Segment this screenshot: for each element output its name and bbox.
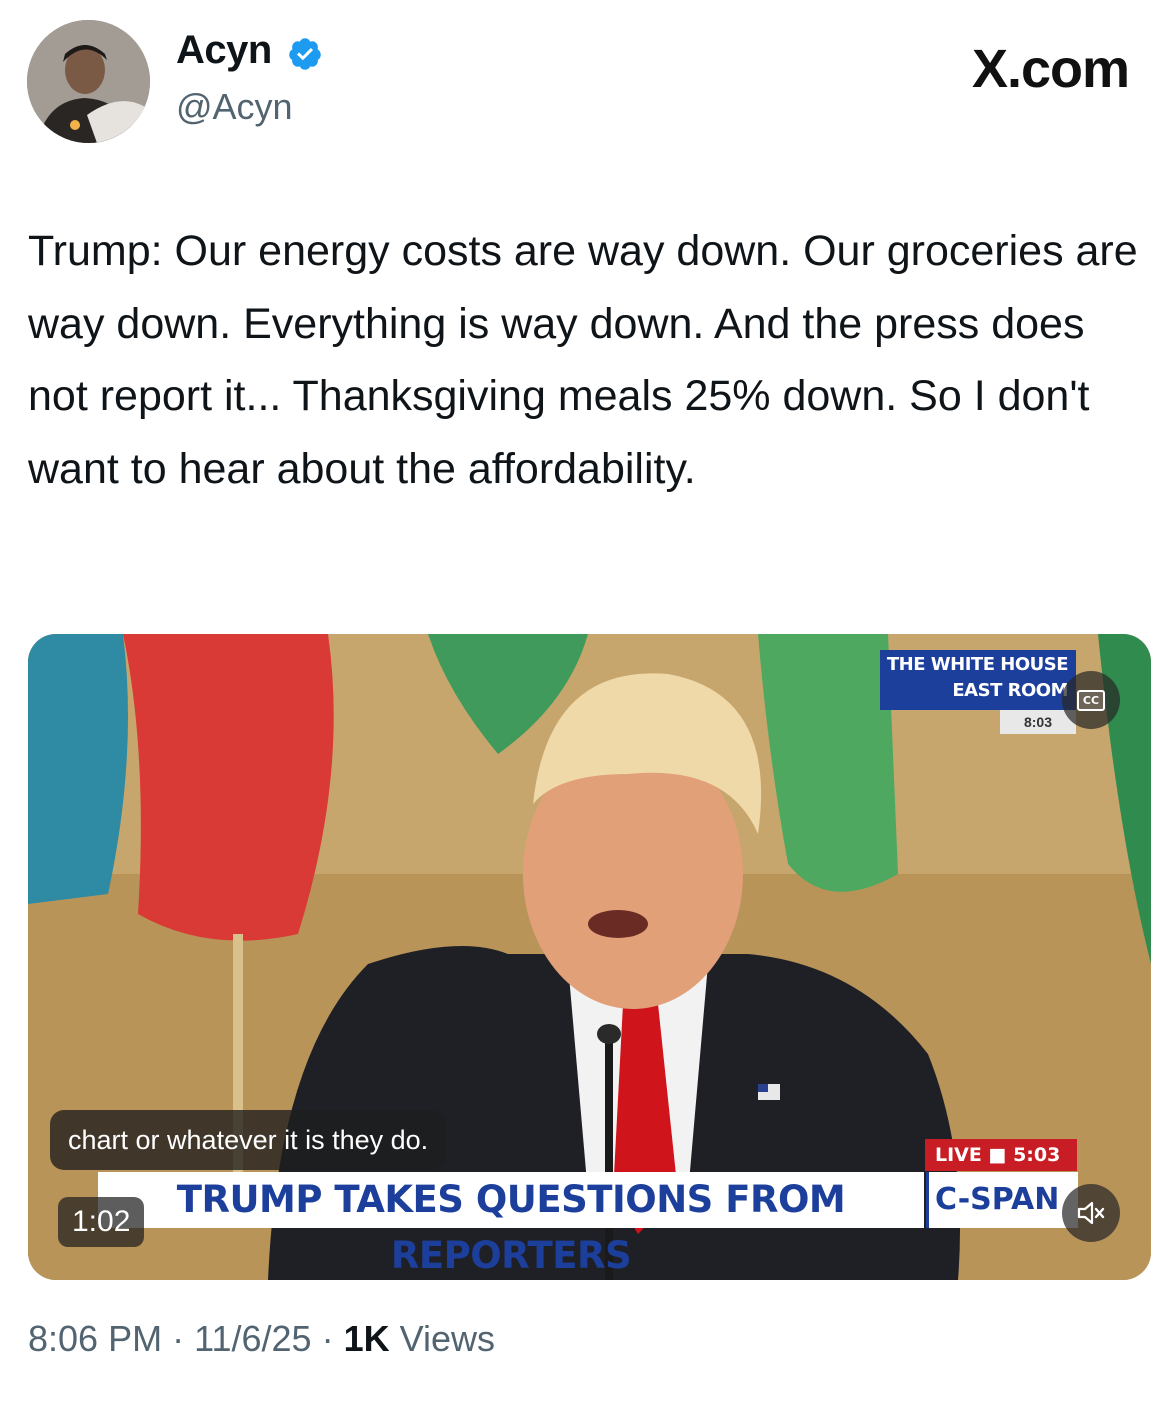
tweet-meta: 8:06 PM · 11/6/25 · 1K Views <box>28 1318 495 1360</box>
avatar-image <box>27 20 150 143</box>
location-line-1: THE WHITE HOUSE <box>886 654 1069 675</box>
network-logo: C-SPAN <box>926 1172 1078 1228</box>
live-time: 5:03 <box>1013 1144 1061 1166</box>
brand-logo: X.com <box>971 39 1130 99</box>
video-caption: chart or whatever it is they do. <box>50 1110 447 1170</box>
speaker-muted-icon <box>1077 1201 1105 1225</box>
location-line-2: EAST ROOM <box>952 680 1068 701</box>
live-dot: ■ <box>988 1144 1014 1166</box>
tweet-text: Trump: Our energy costs are way down. Ou… <box>28 227 1138 493</box>
author-handle[interactable]: @Acyn <box>176 86 293 128</box>
location-graphic: THE WHITE HOUSE EAST ROOM <box>880 650 1076 710</box>
views-label: Views <box>399 1318 496 1359</box>
video-player[interactable]: THE WHITE HOUSE EAST ROOM 8:03 CC chart … <box>28 634 1151 1280</box>
meta-separator: · <box>321 1318 334 1359</box>
tweet-date[interactable]: 11/6/25 <box>194 1318 311 1359</box>
mute-button[interactable] <box>1062 1184 1120 1242</box>
meta-separator: · <box>172 1318 185 1359</box>
live-label: LIVE <box>935 1144 982 1166</box>
avatar[interactable] <box>27 20 150 143</box>
cc-icon: CC <box>1077 689 1105 711</box>
live-indicator: LIVE ■ 5:03 <box>925 1139 1077 1171</box>
verified-badge-icon <box>289 38 321 70</box>
views-count: 1K <box>343 1318 390 1359</box>
tweet-time[interactable]: 8:06 PM <box>28 1318 162 1359</box>
author-name[interactable]: Acyn <box>176 28 272 73</box>
headline-banner: TRUMP TAKES QUESTIONS FROM REPORTERS <box>98 1172 924 1277</box>
closed-captions-button[interactable]: CC <box>1062 671 1120 729</box>
video-duration: 1:02 <box>58 1197 145 1247</box>
